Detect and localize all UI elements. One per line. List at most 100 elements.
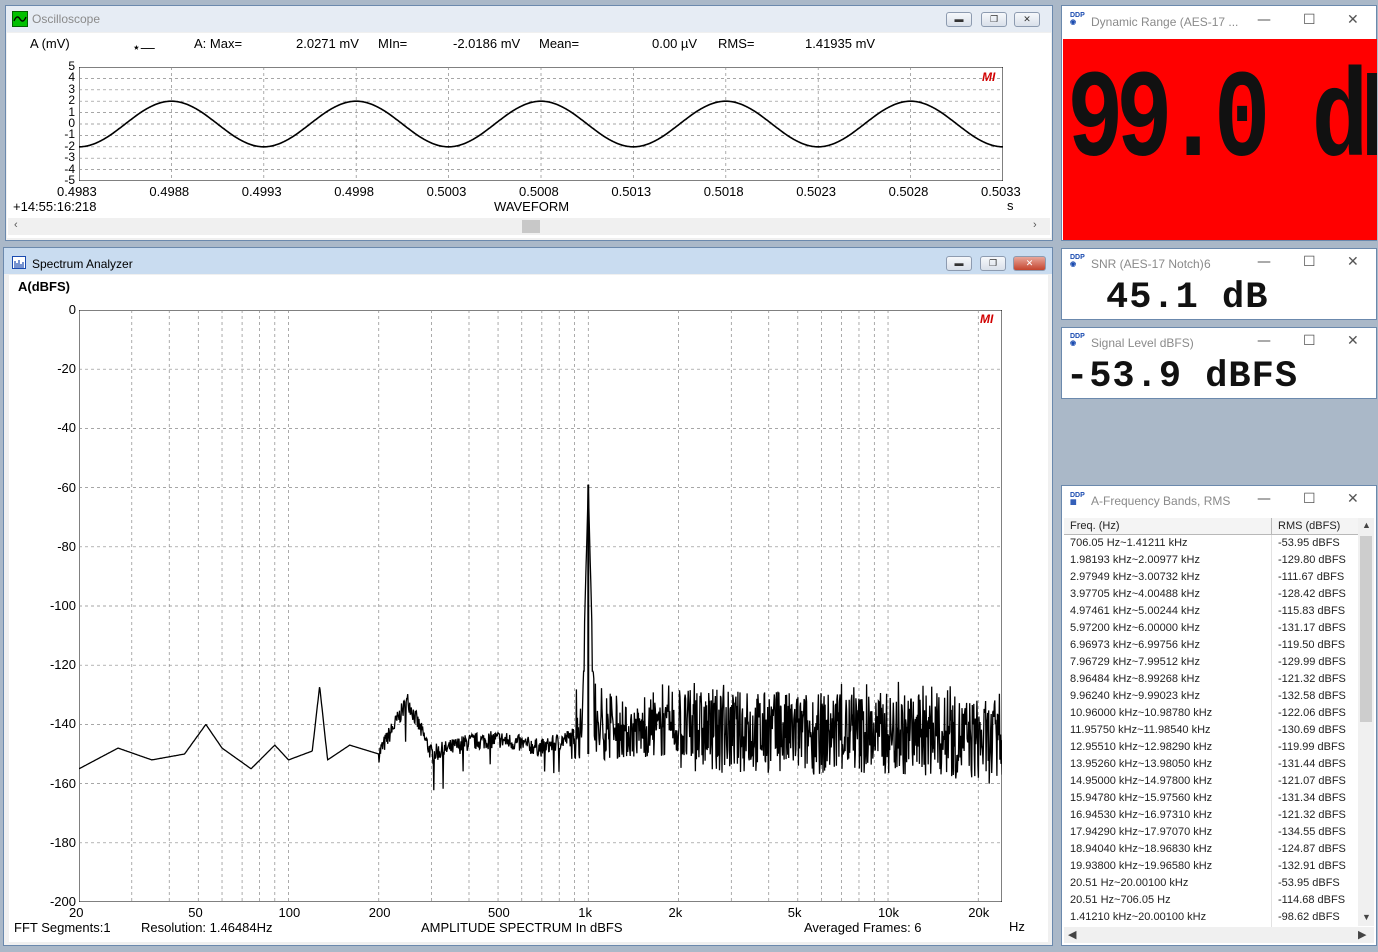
oscilloscope-plot[interactable] [79, 67, 1003, 181]
spectrum-icon [12, 256, 26, 269]
maximize-button[interactable]: ❐ [980, 256, 1006, 271]
oscilloscope-titlebar[interactable]: Oscilloscope ▬ ❐ ✕ [6, 6, 1052, 32]
x-tick-label: 500 [488, 905, 510, 920]
band-rms: -132.91 dBFS [1278, 860, 1346, 872]
dynamic-range-titlebar[interactable]: DDP ◉ Dynamic Range (AES-17 ... — ☐ ✕ [1062, 6, 1376, 38]
table-row[interactable]: 20.51 Hz~20.00100 kHz -53.95 dBFS [1064, 875, 1358, 892]
horizontal-scrollbar[interactable]: ◀ ▶ [1064, 927, 1374, 943]
table-row[interactable]: 13.95260 kHz~13.98050 kHz -131.44 dBFS [1064, 756, 1358, 773]
y-tick-label: -20 [57, 361, 76, 377]
table-row[interactable]: 14.95000 kHz~14.97800 kHz -121.07 dBFS [1064, 773, 1358, 790]
band-rms: -129.99 dBFS [1278, 656, 1346, 668]
fft-segments: FFT Segments:1 [14, 920, 111, 935]
averaged-frames: Averaged Frames: 6 [804, 920, 922, 935]
table-row[interactable]: 4.97461 kHz~5.00244 kHz -115.83 dBFS [1064, 603, 1358, 620]
maximize-button[interactable]: ☐ [1303, 492, 1316, 506]
dynamic-range-window: DDP ◉ Dynamic Range (AES-17 ... — ☐ ✕ 99.… [1061, 5, 1377, 241]
rms-label: RMS= [718, 36, 755, 51]
cursor-marker-icon[interactable]: ⋆— [132, 39, 155, 56]
close-button[interactable]: ✕ [1014, 12, 1040, 27]
spectrum-plot[interactable] [79, 310, 1002, 902]
resolution: Resolution: 1.46484Hz [141, 920, 273, 935]
minimize-button[interactable]: ▬ [946, 12, 972, 27]
x-tick-label: 0.4988 [149, 184, 190, 199]
maximize-button[interactable]: ☐ [1303, 334, 1316, 348]
close-button[interactable]: ✕ [1347, 334, 1359, 348]
minimize-button[interactable]: — [1257, 13, 1271, 27]
mean-label: Mean= [539, 36, 580, 51]
table-row[interactable]: 18.94040 kHz~18.96830 kHz -124.87 dBFS [1064, 841, 1358, 858]
signal-level-titlebar[interactable]: DDP ◉ Signal Level dBFS) — ☐ ✕ [1062, 328, 1376, 356]
x-tick-label: 0.5028 [888, 184, 929, 199]
column-divider[interactable] [1271, 518, 1272, 534]
maximize-button[interactable]: ☐ [1303, 13, 1316, 27]
scroll-right-icon[interactable]: › [1033, 219, 1037, 231]
table-row[interactable]: 20.51 Hz~706.05 Hz -114.68 dBFS [1064, 892, 1358, 909]
minimize-button[interactable]: — [1257, 255, 1271, 269]
x-tick-label: 2k [668, 905, 683, 920]
maximize-button[interactable]: ❐ [981, 12, 1007, 27]
band-frequency: 7.96729 kHz~7.99512 kHz [1070, 656, 1200, 668]
table-row[interactable]: 16.94530 kHz~16.97310 kHz -121.32 dBFS [1064, 807, 1358, 824]
minimize-button[interactable]: ▬ [946, 256, 972, 271]
spectrum-titlebar[interactable]: Spectrum Analyzer ▬ ❐ ✕ [4, 248, 1052, 274]
scroll-thumb[interactable] [1360, 536, 1372, 722]
table-row[interactable]: 10.96000 kHz~10.98780 kHz -122.06 dBFS [1064, 705, 1358, 722]
close-button[interactable]: ✕ [1347, 13, 1359, 27]
bands-titlebar[interactable]: DDP ▦ A-Frequency Bands, RMS — ☐ ✕ [1062, 486, 1376, 516]
close-button[interactable]: ✕ [1013, 256, 1046, 271]
scroll-thumb[interactable] [522, 220, 540, 233]
band-frequency: 15.94780 kHz~15.97560 kHz [1070, 792, 1213, 804]
close-button[interactable]: ✕ [1347, 255, 1359, 269]
table-row[interactable]: 9.96240 kHz~9.99023 kHz -132.58 dBFS [1064, 688, 1358, 705]
table-row[interactable]: 19.93800 kHz~19.96580 kHz -132.91 dBFS [1064, 858, 1358, 875]
x-tick-label: 100 [278, 905, 301, 920]
table-row[interactable]: 1.98193 kHz~2.00977 kHz -129.80 dBFS [1064, 552, 1358, 569]
window-title: A-Frequency Bands, RMS [1091, 494, 1231, 508]
table-row[interactable]: 3.97705 kHz~4.00488 kHz -128.42 dBFS [1064, 586, 1358, 603]
meter-icon: DDP ◉ [1070, 254, 1085, 268]
close-button[interactable]: ✕ [1347, 492, 1359, 506]
minimize-button[interactable]: — [1257, 334, 1271, 348]
table-row[interactable]: 5.97200 kHz~6.00000 kHz -131.17 dBFS [1064, 620, 1358, 637]
table-row[interactable]: 7.96729 kHz~7.99512 kHz -129.99 dBFS [1064, 654, 1358, 671]
dynamic-range-display: 99.0 dB [1063, 39, 1377, 240]
time-unit: s [1007, 198, 1014, 213]
table-row[interactable]: 706.05 Hz~1.41211 kHz -53.95 dBFS [1064, 535, 1358, 552]
table-row[interactable]: 1.41210 kHz~20.00100 kHz -98.62 dBFS [1064, 909, 1358, 926]
x-tick-label: 0.5013 [611, 184, 652, 199]
vertical-scrollbar[interactable]: ▲ ▼ [1358, 518, 1374, 926]
band-rms: -132.58 dBFS [1278, 690, 1346, 702]
band-frequency: 11.95750 kHz~11.98540 kHz [1070, 724, 1211, 736]
oscilloscope-window: Oscilloscope ▬ ❐ ✕ A (mV) ⋆— A: Max= 2.0… [5, 5, 1053, 241]
column-header-rms[interactable]: RMS (dBFS) [1278, 520, 1340, 532]
x-tick-label: 5k [787, 905, 802, 920]
band-rms: -53.95 dBFS [1278, 877, 1340, 889]
meter-icon: DDP ◉ [1070, 12, 1085, 26]
dynamic-range-value: 99.0 dB [1067, 53, 1377, 193]
table-row[interactable]: 6.96973 kHz~6.99756 kHz -119.50 dBFS [1064, 637, 1358, 654]
mi-logo: MI [980, 312, 994, 326]
scroll-left-icon[interactable]: ‹ [14, 219, 18, 231]
scroll-up-icon[interactable]: ▲ [1362, 520, 1371, 530]
minimize-button[interactable]: — [1257, 492, 1271, 506]
scroll-right-icon[interactable]: ▶ [1358, 928, 1366, 941]
scroll-down-icon[interactable]: ▼ [1362, 912, 1371, 922]
maximize-button[interactable]: ☐ [1303, 255, 1316, 269]
table-row[interactable]: 8.96484 kHz~8.99268 kHz -121.32 dBFS [1064, 671, 1358, 688]
x-tick-label: 0.5033 [981, 184, 1021, 199]
table-row[interactable]: 2.97949 kHz~3.00732 kHz -111.67 dBFS [1064, 569, 1358, 586]
table-row[interactable]: 12.95510 kHz~12.98290 kHz -119.99 dBFS [1064, 739, 1358, 756]
bands-table: Freq. (Hz) RMS (dBFS) 706.05 Hz~1.41211 … [1064, 518, 1358, 927]
spectrum-window: Spectrum Analyzer ▬ ❐ ✕ A(dBFS) MI 0 -20 -… [3, 247, 1053, 946]
snr-titlebar[interactable]: DDP ◉ SNR (AES-17 Notch) 6 — ☐ ✕ [1062, 249, 1376, 277]
scroll-left-icon[interactable]: ◀ [1068, 928, 1076, 941]
band-rms: -114.68 dBFS [1278, 894, 1346, 906]
table-row[interactable]: 15.94780 kHz~15.97560 kHz -131.34 dBFS [1064, 790, 1358, 807]
column-header-freq[interactable]: Freq. (Hz) [1070, 520, 1120, 532]
horizontal-scrollbar[interactable]: ‹ › [8, 218, 1050, 235]
table-row[interactable]: 11.95750 kHz~11.98540 kHz -130.69 dBFS [1064, 722, 1358, 739]
table-row[interactable]: 17.94290 kHz~17.97070 kHz -134.55 dBFS [1064, 824, 1358, 841]
column-divider [1271, 535, 1272, 927]
snr-window: DDP ◉ SNR (AES-17 Notch) 6 — ☐ ✕ 45.1 dB [1061, 248, 1377, 320]
